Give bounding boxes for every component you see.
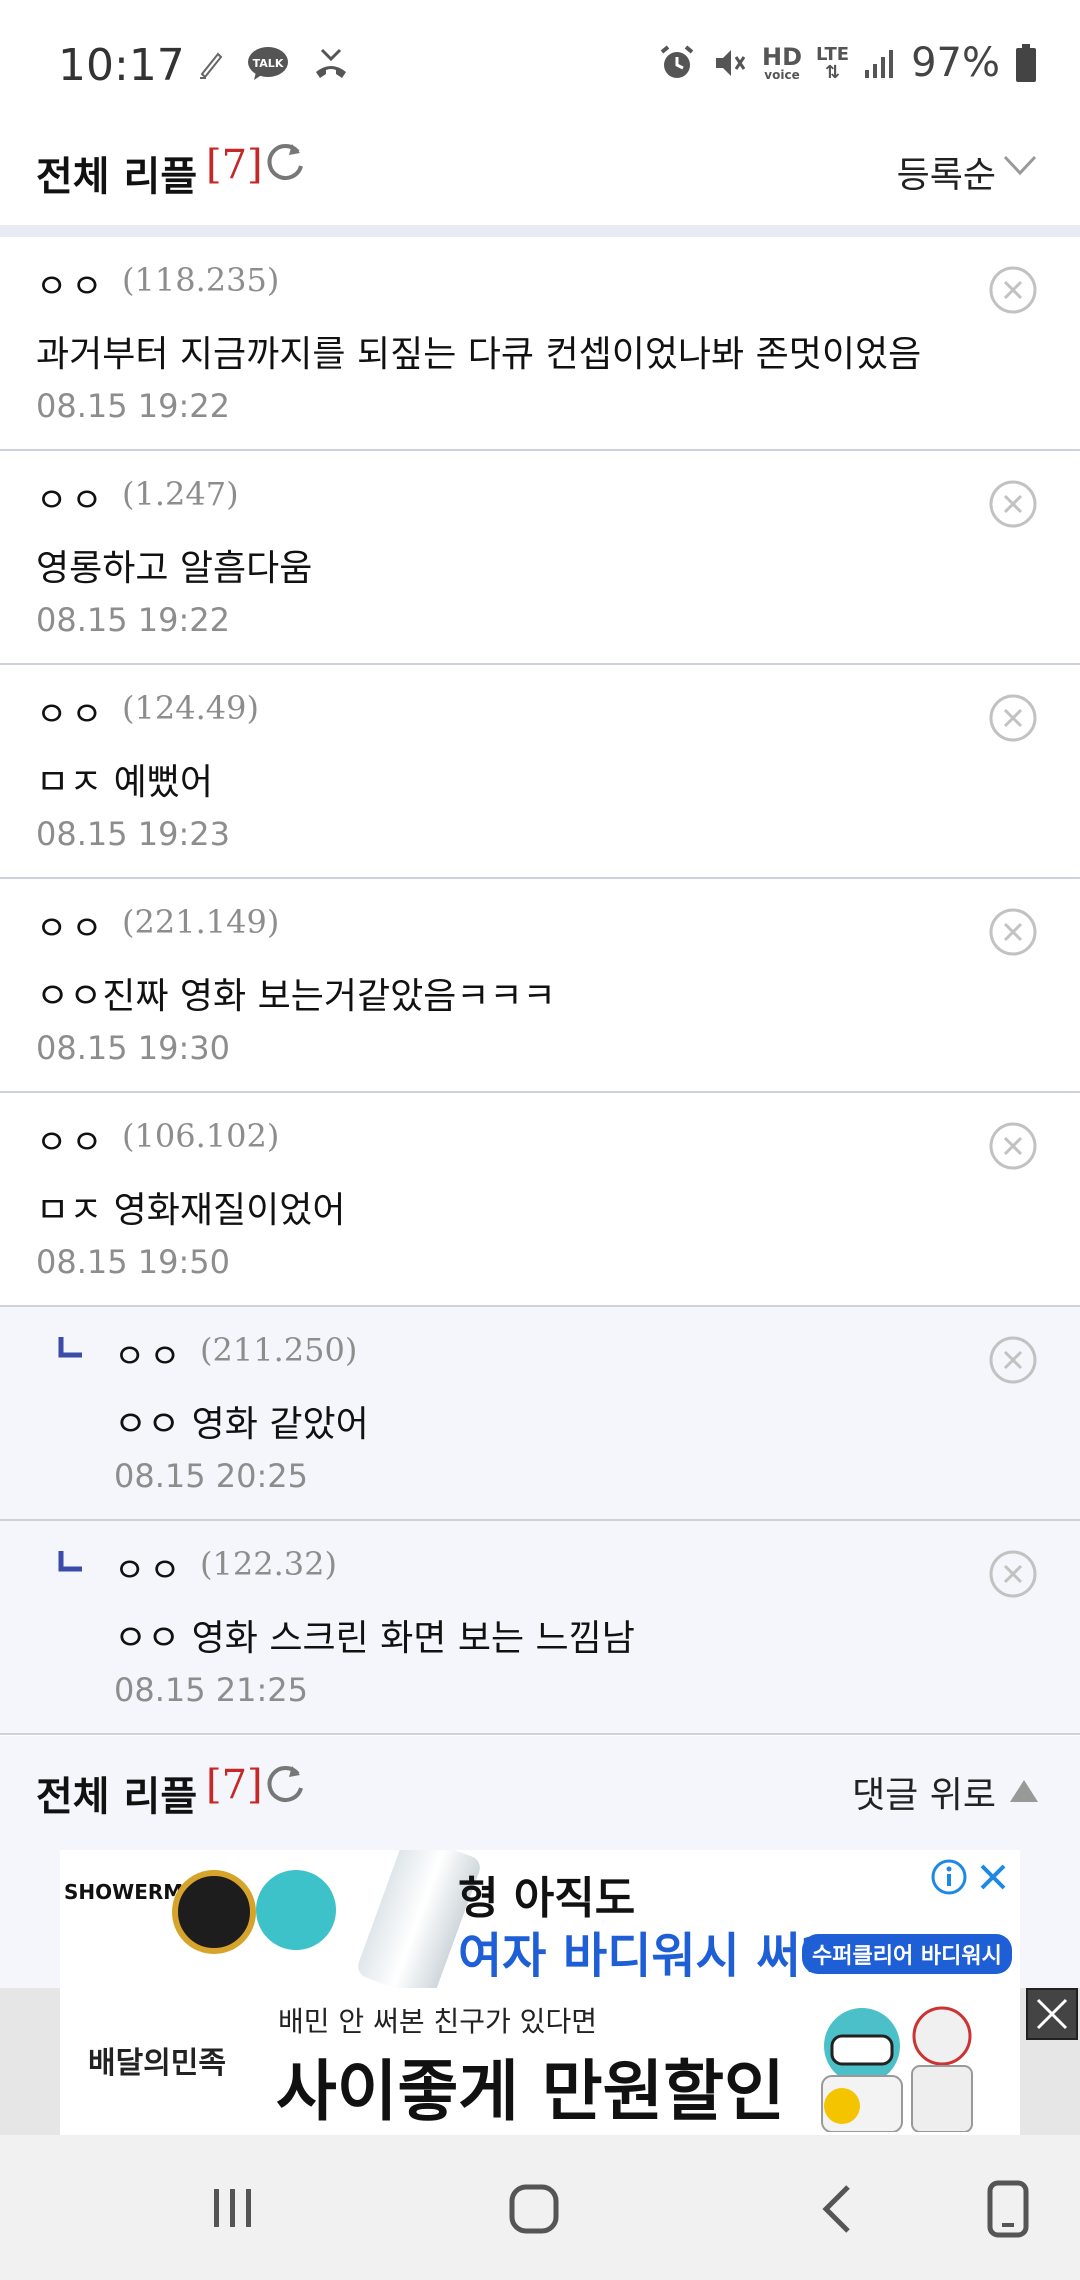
comment-item: ㅇㅇ (124.49) ㅁㅈ 예뻤어 08.15 19:23 bbox=[0, 665, 1080, 879]
comment-text: ㅁㅈ 영화재질이었어 bbox=[36, 1190, 346, 1231]
comment-text: ㅁㅈ 예뻤어 bbox=[36, 762, 214, 803]
ad2-headline: 사이좋게 만원할인 bbox=[276, 2053, 785, 2130]
ad-area: SHOWERMATE 형 아직도 여자 바디워시 써? 수퍼클리어 바디워시 배… bbox=[0, 1850, 1080, 2135]
comment-text: ㅇㅇ진짜 영화 보는거같았음ㅋㅋㅋ bbox=[36, 976, 556, 1017]
comment-item: ㅇㅇ (221.149) ㅇㅇ진짜 영화 보는거같았음ㅋㅋㅋ 08.15 19:… bbox=[0, 879, 1080, 1093]
ad-headline-2: 여자 바디워시 써? bbox=[458, 1928, 829, 1984]
missed-call-icon bbox=[316, 48, 346, 78]
delete-comment-icon[interactable] bbox=[988, 907, 1038, 957]
talk-icon: TALK bbox=[248, 47, 288, 80]
refresh-icon[interactable] bbox=[262, 1762, 308, 1808]
lte-arrows: ⇅ bbox=[825, 62, 841, 83]
comment-text: 과거부터 지금까지를 되짚는 다큐 컨셉이었나봐 존멋이었음 bbox=[36, 334, 922, 375]
bodywash-ad-banner[interactable]: SHOWERMATE 형 아직도 여자 바디워시 써? 수퍼클리어 바디워시 bbox=[60, 1850, 1020, 1988]
alarm-icon bbox=[660, 45, 694, 78]
screen-keyboard-icon[interactable] bbox=[986, 2179, 1030, 2239]
notification-icons: TALK bbox=[196, 46, 350, 82]
system-nav-bar bbox=[0, 2135, 1080, 2280]
status-bar: 10:17 TALK HD voice LTE ⇅ 97% bbox=[0, 0, 1080, 130]
comments-header: 전체 리플 [7] 등록순 bbox=[0, 130, 1080, 225]
signal-icon bbox=[865, 50, 894, 78]
ad2-brand: 배달의민족 bbox=[88, 2046, 226, 2081]
delete-comment-icon[interactable] bbox=[988, 1335, 1038, 1385]
comment-item: ㅇㅇ (1.247) 영롱하고 알흠다움 08.15 19:22 bbox=[0, 451, 1080, 665]
status-time: 10:17 bbox=[58, 40, 185, 91]
reply-arrow-icon bbox=[58, 1551, 82, 1572]
delete-comment-icon[interactable] bbox=[988, 265, 1038, 315]
reply-item: ㅇㅇ (211.250) ㅇㅇ 영화 같았어 08.15 20:25 bbox=[0, 1307, 1080, 1521]
comments-footer: 전체 리플 [7] 댓글 위로 bbox=[0, 1736, 1080, 1850]
system-status-icons: HD voice LTE ⇅ 97% bbox=[658, 40, 1038, 86]
comment-item: ㅇㅇ (118.235) 과거부터 지금까지를 되짚는 다큐 컨셉이었나봐 존멋… bbox=[0, 237, 1080, 451]
comment-author: ㅇㅇ bbox=[36, 481, 107, 521]
back-icon[interactable] bbox=[818, 2183, 858, 2235]
battery-icon bbox=[1016, 44, 1036, 82]
comment-date: 08.15 19:30 bbox=[36, 1029, 230, 1067]
comment-date: 08.15 20:25 bbox=[114, 1457, 308, 1495]
footer-title: 전체 리플 bbox=[36, 1774, 198, 1820]
comment-ip: (122.32) bbox=[200, 1545, 337, 1583]
comment-author: ㅇㅇ bbox=[114, 1337, 185, 1377]
delete-comment-icon[interactable] bbox=[988, 1121, 1038, 1171]
comment-text: ㅇㅇ 영화 스크린 화면 보는 느낌남 bbox=[114, 1618, 635, 1659]
ad2-character-illustration bbox=[821, 2006, 973, 2132]
baemin-ad-banner[interactable]: 배달의민족 배민 안 써본 친구가 있다면 사이좋게 만원할인 bbox=[60, 1988, 1020, 2135]
ad-close-icon[interactable] bbox=[974, 1858, 1012, 1896]
comment-ip: (1.247) bbox=[122, 475, 239, 513]
chevron-down-icon[interactable] bbox=[1002, 150, 1038, 180]
comment-author: ㅇㅇ bbox=[36, 267, 107, 307]
comment-date: 08.15 19:50 bbox=[36, 1243, 230, 1281]
comment-ip: (124.49) bbox=[122, 689, 259, 727]
triangle-up-icon[interactable] bbox=[1008, 1778, 1040, 1804]
comment-text: ㅇㅇ 영화 같았어 bbox=[114, 1404, 369, 1445]
delete-comment-icon[interactable] bbox=[988, 479, 1038, 529]
scroll-to-comments-top-button[interactable]: 댓글 위로 bbox=[852, 1766, 996, 1818]
comment-ip: (221.149) bbox=[122, 903, 280, 941]
mute-icon bbox=[716, 50, 746, 76]
voice-label: voice bbox=[764, 68, 800, 82]
talk-icon-label: TALK bbox=[253, 57, 284, 70]
comment-author: ㅇㅇ bbox=[36, 1123, 107, 1163]
reply-arrow-icon bbox=[58, 1337, 82, 1358]
ad-product-pill: 수퍼클리어 바디워시 bbox=[802, 1934, 1012, 1974]
ad-award-medal bbox=[172, 1870, 256, 1954]
lte-icon: LTE ⇅ bbox=[816, 45, 849, 83]
header-divider bbox=[0, 225, 1080, 237]
comment-text: 영롱하고 알흠다움 bbox=[36, 548, 313, 589]
delete-comment-icon[interactable] bbox=[988, 1549, 1038, 1599]
recent-apps-icon[interactable] bbox=[210, 2185, 256, 2231]
comments-count: [7] bbox=[206, 142, 263, 188]
reply-item: ㅇㅇ (122.32) ㅇㅇ 영화 스크린 화면 보는 느낌남 08.15 21… bbox=[0, 1521, 1080, 1735]
pen-icon bbox=[200, 52, 223, 79]
sort-dropdown[interactable]: 등록순 bbox=[897, 146, 996, 198]
comment-date: 08.15 21:25 bbox=[114, 1671, 308, 1709]
comments-title: 전체 리플 bbox=[36, 154, 198, 200]
comment-item: ㅇㅇ (106.102) ㅁㅈ 영화재질이었어 08.15 19:50 bbox=[0, 1093, 1080, 1307]
comment-date: 08.15 19:23 bbox=[36, 815, 230, 853]
hd-label: HD bbox=[762, 43, 803, 71]
ad2-subtitle: 배민 안 써본 친구가 있다면 bbox=[278, 2005, 597, 2038]
home-icon[interactable] bbox=[508, 2183, 560, 2235]
comment-author: ㅇㅇ bbox=[114, 1551, 185, 1591]
comment-ip: (118.235) bbox=[122, 261, 280, 299]
comment-author: ㅇㅇ bbox=[36, 695, 107, 735]
comment-ip: (211.250) bbox=[200, 1331, 358, 1369]
comment-date: 08.15 19:22 bbox=[36, 387, 230, 425]
refresh-icon[interactable] bbox=[262, 140, 308, 186]
ad-info-icon[interactable] bbox=[930, 1858, 968, 1896]
ad-dismiss-icon[interactable] bbox=[1026, 1988, 1078, 2040]
footer-count: [7] bbox=[206, 1762, 263, 1808]
comment-date: 08.15 19:22 bbox=[36, 601, 230, 639]
comment-list: ㅇㅇ (118.235) 과거부터 지금까지를 되짚는 다큐 컨셉이었나봐 존멋… bbox=[0, 237, 1080, 1735]
hd-voice-icon: HD voice bbox=[762, 45, 802, 81]
battery-percent: 97% bbox=[911, 40, 1000, 86]
ad-badge bbox=[256, 1870, 336, 1950]
delete-comment-icon[interactable] bbox=[988, 693, 1038, 743]
comment-ip: (106.102) bbox=[122, 1117, 280, 1155]
comment-author: ㅇㅇ bbox=[36, 909, 107, 949]
